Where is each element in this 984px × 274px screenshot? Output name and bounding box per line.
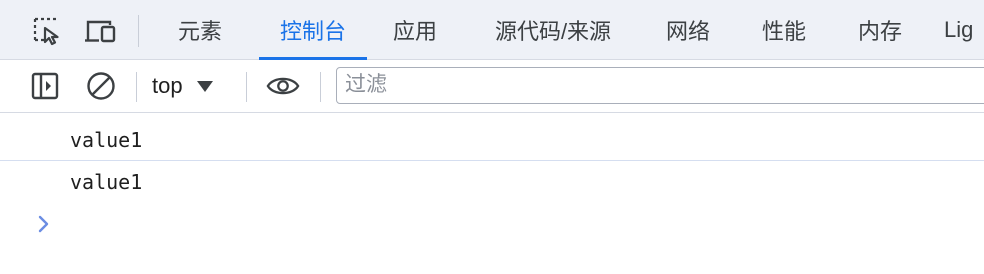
clear-console-icon[interactable] — [84, 69, 118, 103]
tab-label: 应用 — [392, 19, 437, 44]
devtools-window: 元素 控制台 应用 源代码/来源 网络 性能 内存 Lig top 过滤 val… — [0, 0, 984, 274]
context-value: top — [152, 73, 183, 98]
tab-label: Lig — [944, 17, 974, 42]
eye-icon[interactable] — [266, 69, 300, 103]
toolbar-separator — [320, 72, 321, 102]
console-filter-box[interactable] — [336, 67, 984, 104]
chevron-right-icon[interactable] — [34, 211, 54, 237]
tab-network[interactable]: 网络 — [648, 0, 728, 60]
tab-bar-separator — [138, 15, 139, 47]
tab-label: 内存 — [857, 19, 902, 44]
console-toolbar: top — [0, 60, 984, 113]
tab-label: 性能 — [761, 19, 806, 44]
tab-lighthouse[interactable]: Lig — [944, 0, 984, 60]
console-message-text: value1 — [70, 170, 143, 194]
tab-label: 网络 — [665, 19, 710, 44]
toolbar-separator — [246, 72, 247, 102]
tab-performance[interactable]: 性能 — [744, 0, 824, 60]
filter-input[interactable] — [345, 70, 965, 100]
tab-label: 控制台 — [279, 19, 346, 44]
tab-console[interactable]: 控制台 — [259, 0, 367, 60]
device-toolbar-icon[interactable] — [84, 14, 118, 48]
tab-label: 源代码/来源 — [494, 19, 612, 44]
js-context-select[interactable]: top — [152, 70, 236, 102]
tab-elements[interactable]: 元素 — [160, 0, 240, 60]
tab-application[interactable]: 应用 — [376, 0, 454, 60]
console-message: value1 — [0, 161, 984, 203]
dropdown-arrow-icon — [196, 80, 213, 92]
tab-label: 元素 — [177, 19, 222, 44]
devtools-tab-bar: 元素 控制台 应用 源代码/来源 网络 性能 内存 Lig — [0, 0, 984, 60]
toolbar-separator — [136, 72, 137, 102]
console-output: value1 value1 — [0, 113, 984, 274]
show-sidebar-icon[interactable] — [28, 69, 62, 103]
tab-sources[interactable]: 源代码/来源 — [478, 0, 628, 60]
console-message: value1 — [0, 113, 984, 161]
inspect-element-icon[interactable] — [30, 14, 64, 48]
tab-memory[interactable]: 内存 — [840, 0, 920, 60]
console-message-text: value1 — [70, 128, 143, 152]
